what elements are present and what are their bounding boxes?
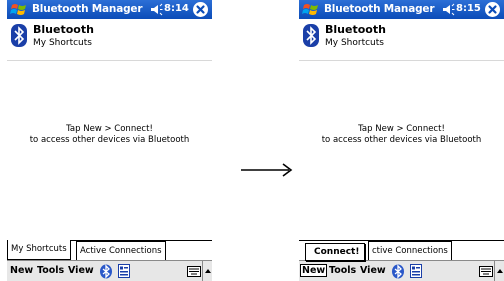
hint-text-line1: Tap New > Connect! [358,124,445,134]
menu-item-connect[interactable]: Connect! [314,247,359,257]
screen-after: Bluetooth Manager 8:15 Bluetooth My Shor… [299,0,504,281]
app-header: Bluetooth My Shortcuts [7,19,212,61]
bluetooth-icon[interactable] [99,264,113,279]
page-title: Bluetooth [325,23,386,36]
sip-toggle[interactable] [494,261,504,281]
page-subtitle: My Shortcuts [33,38,92,48]
speaker-icon[interactable] [442,3,455,16]
menu-new[interactable]: New [10,265,33,276]
sip-toggle[interactable] [202,261,212,281]
title-bar: Bluetooth Manager 8:14 [7,0,212,19]
menu-view[interactable]: View [360,265,386,276]
close-icon [196,5,205,14]
windows-flag-icon[interactable] [10,2,28,17]
window-title: Bluetooth Manager [324,3,435,15]
hint-text-line1: Tap New > Connect! [66,124,153,134]
bluetooth-icon [11,24,27,47]
close-button[interactable] [193,2,208,17]
chevron-up-icon [205,269,211,273]
title-bar: Bluetooth Manager 8:15 [299,0,504,19]
settings-icon[interactable] [410,264,422,278]
tab-strip: My Shortcuts Active Connections [7,240,212,261]
bluetooth-icon[interactable] [391,264,405,279]
hint-text-line2: to access other devices via Bluetooth [321,135,482,145]
tab-active-connections[interactable]: ctive Connections [368,241,452,261]
settings-icon[interactable] [118,264,130,278]
tab-my-shortcuts[interactable]: My Shortcuts [7,240,71,260]
clock[interactable]: 8:14 [164,3,189,14]
shortcut-list[interactable]: Tap New > Connect! to access other devic… [299,62,504,240]
menu-tools[interactable]: Tools [37,265,64,276]
screen-before: Bluetooth Manager 8:14 Bluetooth My Shor… [7,0,212,281]
window-title: Bluetooth Manager [32,3,143,15]
windows-flag-icon[interactable] [302,2,320,17]
bluetooth-icon [303,24,319,47]
keyboard-icon[interactable] [187,266,201,277]
close-button[interactable] [485,2,500,17]
menu-view[interactable]: View [68,265,94,276]
tab-active-connections[interactable]: Active Connections [76,241,166,261]
new-popup-menu: Connect! [305,243,365,261]
clock[interactable]: 8:15 [456,3,481,14]
hint-text-line2: to access other devices via Bluetooth [29,135,190,145]
shortcut-list[interactable]: Tap New > Connect! to access other devic… [7,62,212,240]
chevron-up-icon [497,269,503,273]
right-arrow-icon [241,163,293,177]
menu-bar: New Tools View [7,260,212,281]
close-icon [488,5,497,14]
menu-new[interactable]: New [300,264,328,277]
keyboard-icon[interactable] [479,266,493,277]
app-header: Bluetooth My Shortcuts [299,19,504,61]
menu-tools[interactable]: Tools [329,265,356,276]
page-title: Bluetooth [33,23,94,36]
menu-bar: New Tools View [299,260,504,281]
speaker-icon[interactable] [150,3,163,16]
page-subtitle: My Shortcuts [325,38,384,48]
